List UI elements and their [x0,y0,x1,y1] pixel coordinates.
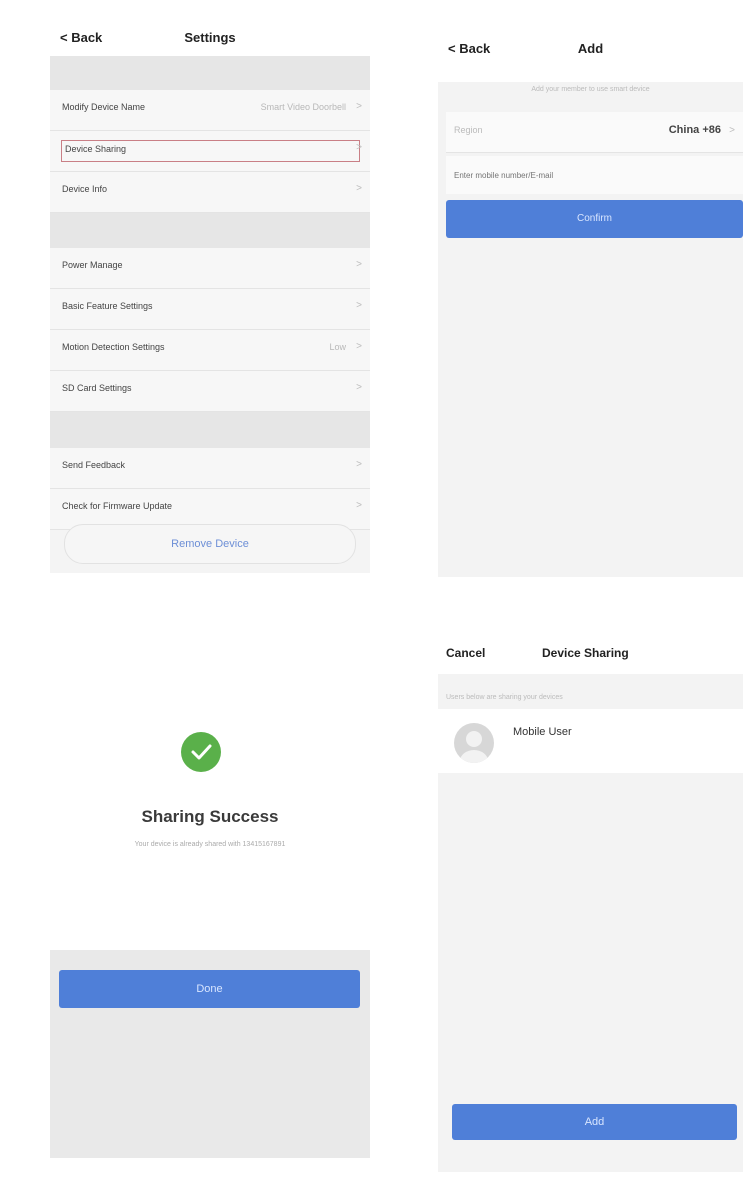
add-navbar: < Back Add [438,22,743,82]
row-device-info[interactable]: Device Info > [50,172,370,213]
region-row[interactable]: Region China +86 > [446,112,743,153]
page-title: Settings [184,30,236,45]
row-label: Device Info [62,184,108,194]
user-silhouette-icon [460,731,488,763]
add-hint: Add your member to use smart device [531,86,650,93]
row-modify-device-name[interactable]: Modify Device Name Smart Video Doorbell … [50,90,370,131]
motion-sensitivity-value: Low [329,342,346,352]
user-name: Mobile User [513,726,572,738]
avatar [454,723,494,763]
chevron-right-icon: > [356,183,362,194]
row-device-sharing[interactable]: Device Sharing > [50,131,370,172]
row-basic-feature-settings[interactable]: Basic Feature Settings > [50,289,370,330]
checkmark-icon [191,744,212,760]
device-sharing-screen: Cancel Device Sharing Users below are sh… [438,612,743,1172]
chevron-right-icon: > [356,382,362,393]
row-label: Send Feedback [62,460,126,470]
region-value: China +86 [668,124,721,136]
phone-email-input[interactable] [446,156,743,194]
chevron-right-icon: > [356,101,362,112]
row-label: Power Manage [62,260,123,270]
page-title: Add [577,41,604,56]
row-label: Check for Firmware Update [62,501,173,511]
success-badge [181,732,221,772]
remove-device-button[interactable]: Remove Device [64,524,356,564]
row-label: Motion Detection Settings [62,342,165,352]
section-divider [50,412,370,448]
row-label: Device Sharing [65,144,127,154]
sharing-success-screen: Sharing Success Your device is already s… [50,614,370,1158]
done-button[interactable]: Done [59,970,360,1008]
success-title: Sharing Success [141,807,279,826]
chevron-right-icon: > [356,341,362,352]
region-label: Region [454,125,483,135]
device-name-value: Smart Video Doorbell [260,102,346,112]
chevron-right-icon: > [356,142,362,153]
success-message: Your device is already shared with 13415… [134,841,286,848]
chevron-right-icon: > [729,125,735,136]
row-power-manage[interactable]: Power Manage > [50,248,370,289]
chevron-right-icon: > [356,300,362,311]
row-send-feedback[interactable]: Send Feedback > [50,448,370,489]
row-sd-card-settings[interactable]: SD Card Settings > [50,371,370,412]
settings-screen: < Back Settings Modify Device Name Smart… [50,8,370,573]
row-label: Modify Device Name [62,102,146,112]
settings-navbar: < Back Settings [50,8,370,56]
section-divider [50,56,370,90]
sharing-hint: Users below are sharing your devices [446,694,563,701]
chevron-right-icon: > [356,459,362,470]
row-motion-detection-settings[interactable]: Motion Detection Settings Low > [50,330,370,371]
page-title: Device Sharing [542,646,629,660]
chevron-right-icon: > [356,500,362,511]
cancel-button[interactable]: Cancel [446,646,485,660]
add-button[interactable]: Add [452,1104,737,1140]
chevron-right-icon: > [356,259,362,270]
section-divider [50,213,370,248]
confirm-button[interactable]: Confirm [446,200,743,238]
row-label: SD Card Settings [62,383,132,393]
row-label: Basic Feature Settings [62,301,153,311]
add-member-screen: < Back Add Add your member to use smart … [438,22,743,577]
sharing-navbar: Cancel Device Sharing [438,612,743,674]
shared-user-row[interactable]: Mobile User [438,709,743,773]
